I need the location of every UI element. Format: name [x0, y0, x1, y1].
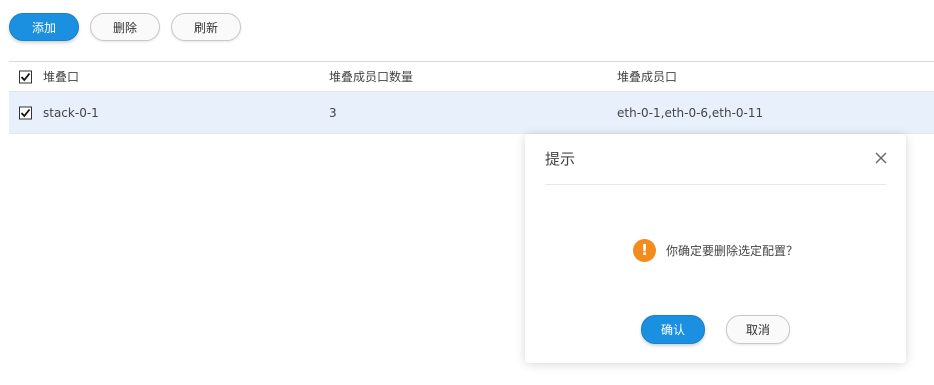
check-icon	[20, 72, 31, 81]
dialog-message-text: 你确定要删除选定配置？	[666, 243, 799, 258]
row-member-count: 3	[329, 105, 337, 120]
row-members: eth-0-1,eth-0-6,eth-0-11	[617, 105, 764, 120]
row-checkbox[interactable]	[19, 106, 32, 119]
stack-table: 堆叠口 堆叠成员口数量 堆叠成员口 stack-0-1 3 eth-0-1,et…	[9, 61, 934, 134]
column-header-member-count[interactable]: 堆叠成员口数量	[329, 62, 413, 91]
refresh-button[interactable]: 刷新	[171, 13, 241, 41]
column-header-stack-port[interactable]: 堆叠口	[43, 62, 79, 91]
row-stack-port: stack-0-1	[43, 105, 99, 120]
table-header: 堆叠口 堆叠成员口数量 堆叠成员口	[9, 61, 934, 92]
dialog-divider	[545, 184, 886, 185]
column-header-members[interactable]: 堆叠成员口	[617, 62, 677, 91]
confirm-dialog: 提示 ! 你确定要删除选定配置？ 确认 取消	[525, 134, 906, 363]
toolbar: 添加 删除 刷新	[9, 13, 241, 41]
table-row[interactable]: stack-0-1 3 eth-0-1,eth-0-6,eth-0-11	[9, 92, 934, 134]
cancel-button[interactable]: 取消	[726, 315, 790, 344]
warning-icon: !	[633, 238, 656, 262]
confirm-button[interactable]: 确认	[641, 315, 705, 344]
dialog-title: 提示	[545, 150, 576, 168]
add-button[interactable]: 添加	[9, 13, 79, 41]
close-icon[interactable]	[874, 151, 888, 165]
check-icon	[20, 108, 31, 117]
dialog-message: ! 你确定要删除选定配置？	[633, 238, 798, 262]
select-all-checkbox[interactable]	[19, 70, 32, 83]
delete-button[interactable]: 删除	[90, 13, 160, 41]
